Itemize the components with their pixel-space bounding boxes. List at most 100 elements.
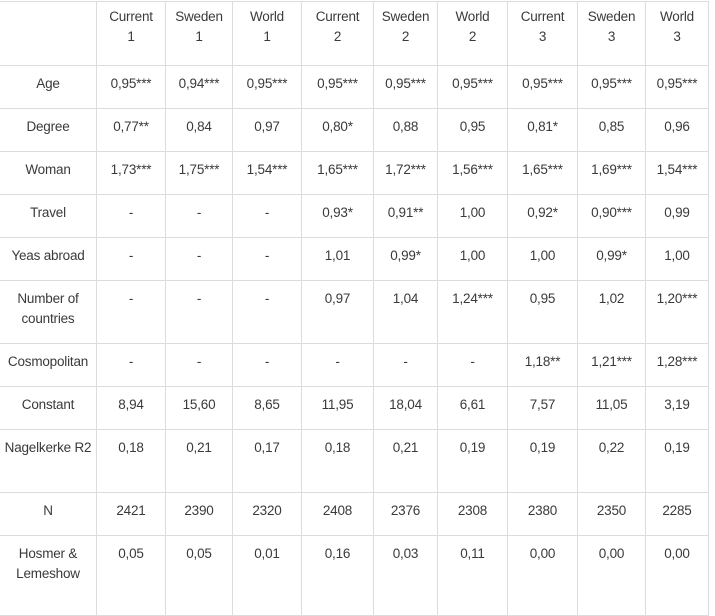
table-cell: 0,95*** (232, 65, 302, 109)
row-label: Woman (0, 151, 97, 195)
column-header: Sweden 2 (373, 1, 438, 66)
table-row: Cosmopolitan - - - - - -1,18** 1,21*** 1,28*** (0, 343, 709, 387)
table-cell: 0,03 (373, 535, 438, 616)
table-cell: 11,05 (577, 386, 646, 430)
table-cell: 0,85 (577, 108, 646, 152)
table-cell: 1,00 (437, 194, 508, 238)
table-cell: 0,77** (96, 108, 166, 152)
table-cell: 7,57 (507, 386, 578, 430)
table-cell: - (232, 343, 302, 387)
table-cell: - (96, 237, 166, 281)
table-cell: 0,05 (165, 535, 233, 616)
table-cell: 2320 (232, 492, 302, 536)
regression-results-table: Current 1 Sweden 1 World 1 Current 2 Sweden 2… (0, 1, 709, 616)
table-cell: 0,17 (232, 429, 302, 493)
table-cell: 18,04 (373, 386, 438, 430)
table-cell: 2350 (577, 492, 646, 536)
table-cell: 0,21 (373, 429, 438, 493)
row-label: Nagelkerke R2 (0, 429, 97, 493)
header-row: Current 1 Sweden 1 World 1 Current 2 Sweden 2… (0, 1, 709, 66)
table-cell: 0,21 (165, 429, 233, 493)
table-cell: 1,18** (507, 343, 578, 387)
table-cell: 1,20*** (645, 280, 709, 344)
table-cell: 1,54*** (232, 151, 302, 195)
table-cell: 0,95*** (645, 65, 709, 109)
table-body: Age 0,95*** 0,94*** 0,95*** 0,95*** 0,95*** 0,… (0, 65, 709, 616)
table-cell: 0,18 (301, 429, 374, 493)
table-cell: 0,99* (577, 237, 646, 281)
table-cell: 0,91** (373, 194, 438, 238)
table-cell: 0,88 (373, 108, 438, 152)
row-label: Cosmopolitan (0, 343, 97, 387)
table-cell: 0,81* (507, 108, 578, 152)
table-cell: 0,95 (437, 108, 508, 152)
table-cell: 1,73*** (96, 151, 166, 195)
row-label: Travel (0, 194, 97, 238)
table-cell: 0,00 (645, 535, 709, 616)
table-cell: - (165, 237, 233, 281)
table-cell: 0,95*** (507, 65, 578, 109)
row-label: Age (0, 65, 97, 109)
table-cell: - (96, 280, 166, 344)
table-cell: 1,00 (645, 237, 709, 281)
table-cell: 0,95*** (373, 65, 438, 109)
table-row: Woman 1,73*** 1,75*** 1,54*** 1,65*** 1,72***… (0, 151, 709, 195)
table-row: Nagelkerke R2 0,18 0,21 0,17 0,18 0,21 0,19 0,1… (0, 429, 709, 493)
table-cell: - (437, 343, 508, 387)
table-cell: 2285 (645, 492, 709, 536)
row-label: N (0, 492, 97, 536)
table-cell: - (165, 280, 233, 344)
table-cell: 15,60 (165, 386, 233, 430)
table-cell: 0,01 (232, 535, 302, 616)
column-header: Sweden 1 (165, 1, 233, 66)
row-label: Degree (0, 108, 97, 152)
table-cell: - (165, 194, 233, 238)
table-cell: 2308 (437, 492, 508, 536)
column-header: Sweden 3 (577, 1, 646, 66)
table-cell: 1,00 (437, 237, 508, 281)
table-cell: 0,00 (577, 535, 646, 616)
table-row: N 2421 2390 2320 2408 2376 2308 2380 2350 2285 (0, 492, 709, 536)
table-cell: 2390 (165, 492, 233, 536)
row-label: Hosmer & Lemeshow (0, 535, 97, 616)
table-cell: 8,94 (96, 386, 166, 430)
table-cell: 0,99* (373, 237, 438, 281)
table-cell: 1,75*** (165, 151, 233, 195)
table-row: Constant 8,94 15,60 8,65 11,95 18,04 6,61 7,57 1… (0, 386, 709, 430)
table-cell: 0,00 (507, 535, 578, 616)
table-cell: - (232, 194, 302, 238)
table-cell: 1,01 (301, 237, 374, 281)
column-header: Current 2 (301, 1, 374, 66)
corner-cell (0, 1, 97, 66)
table-cell: 0,19 (507, 429, 578, 493)
table-row: Age 0,95*** 0,94*** 0,95*** 0,95*** 0,95*** 0,… (0, 65, 709, 109)
column-header: World 3 (645, 1, 709, 66)
row-label: Constant (0, 386, 97, 430)
table-cell: 0,95*** (577, 65, 646, 109)
table-cell: 0,97 (301, 280, 374, 344)
column-header: Current 3 (507, 1, 578, 66)
table-cell: 2408 (301, 492, 374, 536)
table-cell: - (301, 343, 374, 387)
table-cell: 0,05 (96, 535, 166, 616)
table-cell: 2380 (507, 492, 578, 536)
table-cell: 0,97 (232, 108, 302, 152)
table-cell: 1,04 (373, 280, 438, 344)
row-label: Number of countries (0, 280, 97, 344)
table-cell: 0,92* (507, 194, 578, 238)
table-cell: 1,72*** (373, 151, 438, 195)
table-cell: - (232, 237, 302, 281)
table-cell: - (373, 343, 438, 387)
table-cell: - (165, 343, 233, 387)
table-cell: 0,16 (301, 535, 374, 616)
table-cell: 3,19 (645, 386, 709, 430)
table-cell: 1,56*** (437, 151, 508, 195)
table-cell: - (96, 343, 166, 387)
table-row: Yeas abroad - - -1,01 0,99* 1,00 1,00 0,99* 1,00 (0, 237, 709, 281)
table-cell: 0,84 (165, 108, 233, 152)
table-cell: 0,18 (96, 429, 166, 493)
table-row: Degree 0,77** 0,84 0,97 0,80* 0,88 0,95 0,81* 0,… (0, 108, 709, 152)
table-cell: 8,65 (232, 386, 302, 430)
regression-table-container: Current 1 Sweden 1 World 1 Current 2 Sweden 2… (0, 1, 709, 616)
table-cell: 0,22 (577, 429, 646, 493)
